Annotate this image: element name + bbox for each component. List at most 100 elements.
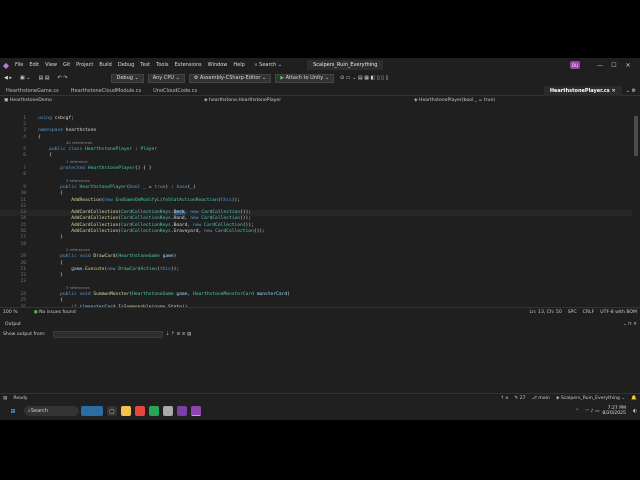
output-toolbar: Show output from: ⇣ ⇡ ⊘ ≡ ▤ <box>0 329 640 339</box>
configuration-dropdown[interactable]: Debug ⌄ <box>111 73 144 83</box>
line-number: 11 <box>20 197 26 203</box>
code-text[interactable]: { <box>38 298 63 303</box>
code-text[interactable]: using csbcgf; <box>38 116 74 121</box>
menu-item-file[interactable]: File <box>12 62 26 68</box>
panel-menu-icon[interactable]: ⌄ ⊓ ✕ <box>620 322 640 327</box>
notification-center-icon[interactable]: ◐ <box>630 409 640 414</box>
terminal-icon[interactable] <box>149 406 159 416</box>
code-text[interactable]: } <box>38 235 63 240</box>
code-text[interactable]: { <box>38 135 41 140</box>
output-toolbar-icons[interactable]: ⇣ ⇡ ⊘ ≡ ▤ <box>163 332 195 337</box>
notifications-icon[interactable]: 🔔 <box>628 396 640 401</box>
error-count[interactable]: ✎ 27 <box>511 396 528 401</box>
code-text[interactable]: AddCardCollection(CardCollectionKeys.Dec… <box>38 210 251 216</box>
line-number: 12 <box>20 203 26 209</box>
scrollbar-thumb[interactable] <box>634 116 638 156</box>
file-encoding[interactable]: UTF-8 with BOM <box>597 310 640 315</box>
project-dropdown[interactable]: ▣ HearthstoneDemo <box>0 98 200 103</box>
new-item-icon[interactable]: ▣ ⌄ <box>16 75 35 81</box>
code-text[interactable]: { <box>38 261 63 266</box>
code-text[interactable]: public class HearthstonePlayer : Player <box>38 147 157 152</box>
menu-item-tools[interactable]: Tools <box>153 62 171 68</box>
tab-hearthstoneplayer[interactable]: HearthstonePlayer.cs ✕ <box>543 85 622 96</box>
menu-item-build[interactable]: Build <box>96 62 115 68</box>
gear-icon: ⚙ <box>193 75 199 81</box>
menu-items: File Edit View Git Project Build Debug Test Tool… <box>12 62 248 68</box>
code-text[interactable]: namespace hearthstone <box>38 128 96 133</box>
code-text[interactable]: AddCardCollection(CardCollectionKeys.Han… <box>38 216 251 221</box>
repo-selector[interactable]: ◈ Scalpers_Ruin_Everything ⌄ <box>553 396 628 401</box>
codelens-label[interactable]: 2 references <box>66 247 90 252</box>
code-text[interactable]: game.Execute(new DrawCardAction(this)); <box>38 267 179 272</box>
line-number: 3 <box>23 128 26 134</box>
tray-chevron-icon[interactable]: ⌃ <box>572 409 582 414</box>
code-text[interactable]: { <box>38 153 52 158</box>
menu-item-extensions[interactable]: Extensions <box>171 62 204 68</box>
file-explorer-icon[interactable] <box>121 406 131 416</box>
undo-icon[interactable]: ↶ ↷ <box>54 75 72 81</box>
line-number: 10 <box>20 191 26 197</box>
codelens-label[interactable]: 1 reference <box>66 159 88 164</box>
minimize-icon[interactable]: — <box>594 59 606 71</box>
code-text[interactable]: AddCardCollection(CardCollectionKeys.Gra… <box>38 229 265 234</box>
branch-selector[interactable]: ⎇ main <box>529 396 553 401</box>
output-source-dropdown[interactable] <box>52 330 163 338</box>
code-text[interactable]: protected HearthstonePlayer() { } <box>38 166 151 171</box>
code-text[interactable]: AddReaction(new EndGameOnModifyLifeStatA… <box>38 198 240 203</box>
tab-hearthstonecloudmodule[interactable]: HearthstoneCloudModule.cs <box>65 86 147 96</box>
code-text[interactable]: public void SummonMonster(HearthstoneGam… <box>38 292 290 297</box>
clock[interactable]: 7:27 PM 8/20/2025 <box>602 406 626 416</box>
unity-hub-icon[interactable] <box>177 406 187 416</box>
menu-item-project[interactable]: Project <box>73 62 96 68</box>
menu-item-window[interactable]: Window <box>205 62 231 68</box>
chrome-icon[interactable] <box>135 406 145 416</box>
task-view-icon[interactable]: ▢ <box>107 406 117 416</box>
tab-hearthstonegame[interactable]: HearthstoneGame.cs <box>0 86 65 96</box>
menu-item-view[interactable]: View <box>42 62 60 68</box>
visual-studio-taskbar-icon[interactable] <box>191 406 201 416</box>
menu-item-git[interactable]: Git <box>60 62 73 68</box>
search-box[interactable]: ⌕ Search ⌄ <box>252 62 285 68</box>
output-content[interactable] <box>0 339 640 392</box>
codelens-label[interactable]: 3 references <box>66 178 90 183</box>
arrow-up-icon[interactable]: ↑ ⌀ <box>497 396 511 401</box>
menu-item-edit[interactable]: Edit <box>26 62 42 68</box>
back-icon[interactable]: ◀ ▸ <box>0 75 16 81</box>
code-text[interactable]: AddCardCollection(CardCollectionKeys.Boa… <box>38 223 254 228</box>
close-icon[interactable]: ✕ <box>622 59 634 71</box>
avatar[interactable]: DU <box>570 61 580 69</box>
maximize-icon[interactable]: ☐ <box>608 59 620 71</box>
tab-overflow-icon[interactable]: ⌄ ⚙ <box>622 88 640 94</box>
startup-project-dropdown[interactable]: ⚙ Assembly-CSharp-Editor ⌄ <box>188 73 272 83</box>
save-icon[interactable]: ▤ ▤ <box>34 75 53 81</box>
toolbar-extra-icons[interactable]: ⊙ ▭ ⌄ ▤ ▦ ◧ ▯ ▯ ▯ <box>336 75 392 81</box>
code-editor[interactable]: 1 using csbcgf; 2 3 namespace hearthstone 4 {4… <box>0 105 632 307</box>
codelens-label[interactable]: 40 references <box>66 140 92 145</box>
search-highlight-icon[interactable] <box>81 406 103 416</box>
zoom-level[interactable]: 100 % <box>0 310 21 315</box>
wifi-icon[interactable]: ◠ ♪ ▭ <box>582 409 602 414</box>
menu-item-test[interactable]: Test <box>137 62 153 68</box>
code-text[interactable]: } <box>38 273 63 278</box>
taskbar-search[interactable]: ⌕ Search <box>24 406 79 416</box>
codelens-label[interactable]: 3 references <box>66 285 90 290</box>
windows-start-icon[interactable]: ⊞ <box>8 406 18 416</box>
code-text[interactable]: public void DrawCard(HearthstoneGame gam… <box>38 254 176 259</box>
spacing-mode[interactable]: SPC <box>565 310 580 315</box>
menu-item-help[interactable]: Help <box>230 62 247 68</box>
tab-unocloudcode[interactable]: UnoCloudCode.cs <box>147 86 203 96</box>
attach-to-unity-button[interactable]: ▶ Attach to Unity ⌄ <box>275 73 335 83</box>
code-text[interactable]: { <box>38 191 63 196</box>
code-text[interactable]: public HearthstonePlayer(bool _ = true) … <box>38 185 196 190</box>
menu-item-debug[interactable]: Debug <box>115 62 137 68</box>
type-dropdown[interactable]: ◈ hearthstone.HearthstonePlayer <box>200 98 410 103</box>
cursor-position[interactable]: Ln: 13, Ch: 50 <box>527 310 565 315</box>
tab-close-icon[interactable]: ✕ <box>612 88 616 94</box>
line-number: 9 <box>23 184 26 190</box>
member-dropdown[interactable]: ◈ HearthstonePlayer(bool _ = true) <box>410 98 610 103</box>
windows-taskbar: ⊞ ⌕ Search ▢ ⌃ ◠ ♪ ▭ 7:27 PM 8/20/2025 ◐ <box>0 402 640 420</box>
issues-indicator[interactable]: ● No issues found <box>31 310 79 315</box>
line-ending[interactable]: CRLF <box>580 310 598 315</box>
platform-dropdown[interactable]: Any CPU ⌄ <box>147 73 185 83</box>
settings-icon[interactable] <box>163 406 173 416</box>
